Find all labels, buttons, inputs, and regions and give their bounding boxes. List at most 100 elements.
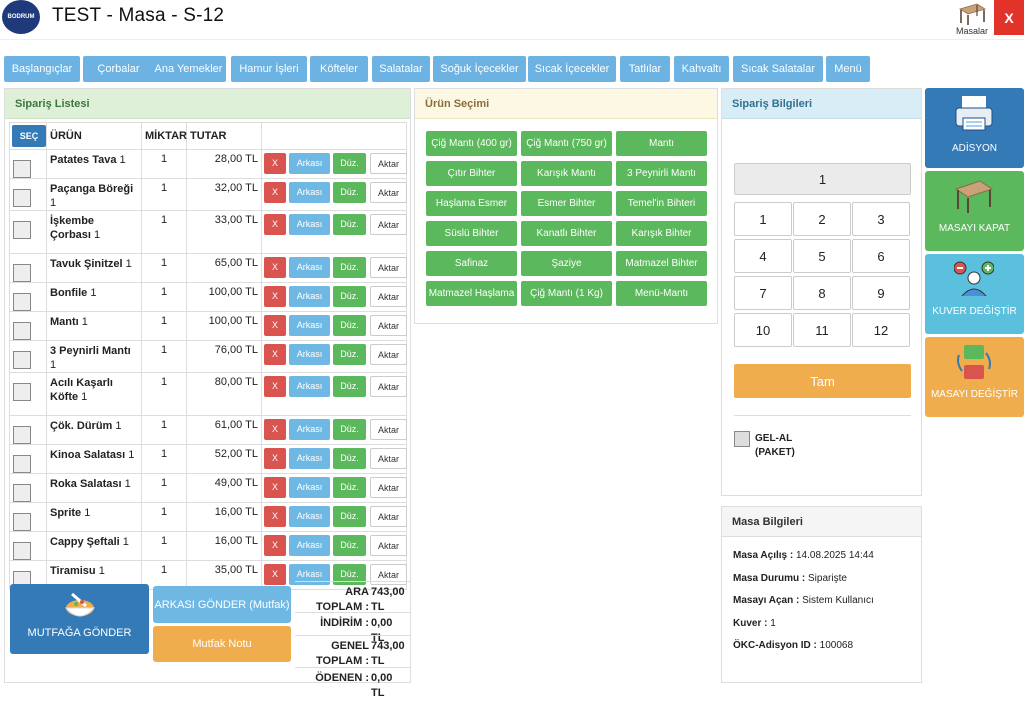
category-tab[interactable]: Köfteler: [310, 56, 368, 82]
delete-button[interactable]: X: [264, 257, 286, 278]
category-tab[interactable]: Tatlılar: [620, 56, 670, 82]
keypad-key[interactable]: 9: [852, 276, 910, 310]
row-checkbox[interactable]: [13, 293, 31, 311]
product-button[interactable]: Haşlama Esmer: [426, 191, 517, 216]
product-button[interactable]: Matmazel Haşlama: [426, 281, 517, 306]
side-button-1[interactable]: MASAYI KAPAT: [925, 171, 1024, 251]
masalar-button[interactable]: Masalar: [951, 0, 993, 38]
duz-button[interactable]: Düz.: [333, 535, 366, 556]
delete-button[interactable]: X: [264, 153, 286, 174]
aktar-button[interactable]: Aktar: [370, 315, 407, 336]
product-button[interactable]: Menü-Mantı: [616, 281, 707, 306]
product-button[interactable]: Çiğ Mantı (750 gr): [521, 131, 612, 156]
arkasi-button[interactable]: Arkası: [289, 448, 330, 469]
category-tab[interactable]: Sıcak Salatalar: [733, 56, 823, 82]
aktar-button[interactable]: Aktar: [370, 506, 407, 527]
delete-button[interactable]: X: [264, 214, 286, 235]
keypad-key[interactable]: 6: [852, 239, 910, 273]
delete-button[interactable]: X: [264, 535, 286, 556]
keypad-key[interactable]: 11: [793, 313, 851, 347]
side-button-3[interactable]: MASAYI DEĞİŞTİR: [925, 337, 1024, 417]
keypad-key[interactable]: 1: [734, 202, 792, 236]
category-tab[interactable]: Başlangıçlar: [4, 56, 80, 82]
aktar-button[interactable]: Aktar: [370, 286, 407, 307]
duz-button[interactable]: Düz.: [333, 344, 366, 365]
delete-button[interactable]: X: [264, 477, 286, 498]
aktar-button[interactable]: Aktar: [370, 535, 407, 556]
keypad-key[interactable]: 5: [793, 239, 851, 273]
product-button[interactable]: Karışık Bihter: [616, 221, 707, 246]
row-checkbox[interactable]: [13, 383, 31, 401]
tam-button[interactable]: Tam: [734, 364, 911, 398]
duz-button[interactable]: Düz.: [333, 477, 366, 498]
arkasi-button[interactable]: Arkası: [289, 257, 330, 278]
keypad-key[interactable]: 12: [852, 313, 910, 347]
duz-button[interactable]: Düz.: [333, 315, 366, 336]
delete-button[interactable]: X: [264, 376, 286, 397]
aktar-button[interactable]: Aktar: [370, 448, 407, 469]
category-tab[interactable]: Soğuk İçecekler: [433, 56, 526, 82]
side-button-2[interactable]: KUVER DEĞİŞTİR: [925, 254, 1024, 334]
category-tab[interactable]: Sıcak İçecekler: [528, 56, 616, 82]
category-tab[interactable]: Menü: [826, 56, 870, 82]
row-checkbox[interactable]: [13, 160, 31, 178]
row-checkbox[interactable]: [13, 455, 31, 473]
row-checkbox[interactable]: [13, 189, 31, 207]
duz-button[interactable]: Düz.: [333, 448, 366, 469]
aktar-button[interactable]: Aktar: [370, 419, 407, 440]
arkasi-button[interactable]: Arkası: [289, 376, 330, 397]
keypad-key[interactable]: 7: [734, 276, 792, 310]
aktar-button[interactable]: Aktar: [370, 344, 407, 365]
product-button[interactable]: Safinaz: [426, 251, 517, 276]
aktar-button[interactable]: Aktar: [370, 477, 407, 498]
product-button[interactable]: Çiğ Mantı (400 gr): [426, 131, 517, 156]
delete-button[interactable]: X: [264, 315, 286, 336]
row-checkbox[interactable]: [13, 426, 31, 444]
mutfak-notu-button[interactable]: Mutfak Notu: [153, 626, 291, 662]
category-tab[interactable]: Salatalar: [372, 56, 430, 82]
row-checkbox[interactable]: [13, 351, 31, 369]
delete-button[interactable]: X: [264, 182, 286, 203]
category-tab[interactable]: Çorbalar: [83, 56, 154, 82]
aktar-button[interactable]: Aktar: [370, 182, 407, 203]
keypad-key[interactable]: 2: [793, 202, 851, 236]
product-button[interactable]: 3 Peynirli Mantı: [616, 161, 707, 186]
product-button[interactable]: Temel'in Bihteri: [616, 191, 707, 216]
delete-button[interactable]: X: [264, 506, 286, 527]
duz-button[interactable]: Düz.: [333, 376, 366, 397]
delete-button[interactable]: X: [264, 344, 286, 365]
aktar-button[interactable]: Aktar: [370, 214, 407, 235]
duz-button[interactable]: Düz.: [333, 153, 366, 174]
arkasi-button[interactable]: Arkası: [289, 286, 330, 307]
row-checkbox[interactable]: [13, 264, 31, 282]
keypad-key[interactable]: 4: [734, 239, 792, 273]
category-tab[interactable]: Ana Yemekler: [151, 56, 226, 82]
delete-button[interactable]: X: [264, 286, 286, 307]
close-button[interactable]: X: [994, 0, 1024, 35]
arkasi-button[interactable]: Arkası: [289, 344, 330, 365]
keypad-key[interactable]: 10: [734, 313, 792, 347]
arkasi-button[interactable]: Arkası: [289, 153, 330, 174]
product-button[interactable]: Süslü Bihter: [426, 221, 517, 246]
row-checkbox[interactable]: [13, 322, 31, 340]
select-all-button[interactable]: SEÇ: [12, 125, 46, 147]
duz-button[interactable]: Düz.: [333, 506, 366, 527]
row-checkbox[interactable]: [13, 513, 31, 531]
product-button[interactable]: Kanatlı Bihter: [521, 221, 612, 246]
arkasi-button[interactable]: Arkası: [289, 535, 330, 556]
category-tab[interactable]: Kahvaltı: [674, 56, 729, 82]
duz-button[interactable]: Düz.: [333, 214, 366, 235]
arkasi-button[interactable]: Arkası: [289, 315, 330, 336]
row-checkbox[interactable]: [13, 542, 31, 560]
gel-al-checkbox[interactable]: [734, 431, 750, 447]
keypad-key[interactable]: 3: [852, 202, 910, 236]
product-button[interactable]: Çiğ Mantı (1 Kg): [521, 281, 612, 306]
duz-button[interactable]: Düz.: [333, 257, 366, 278]
product-button[interactable]: Çıtır Bihter: [426, 161, 517, 186]
arkasi-gonder-button[interactable]: ARKASI GÖNDER (Mutfak): [153, 586, 291, 623]
arkasi-button[interactable]: Arkası: [289, 477, 330, 498]
delete-button[interactable]: X: [264, 448, 286, 469]
duz-button[interactable]: Düz.: [333, 182, 366, 203]
delete-button[interactable]: X: [264, 419, 286, 440]
delete-button[interactable]: X: [264, 564, 286, 585]
